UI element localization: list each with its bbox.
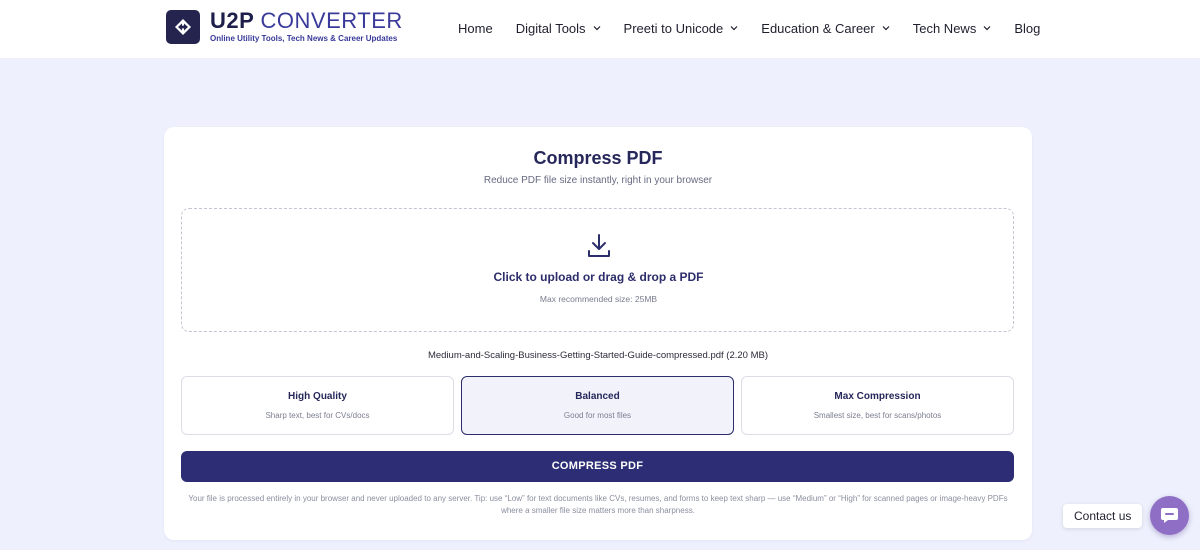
site-header: U2P CONVERTER Online Utility Tools, Tech… (0, 0, 1200, 58)
nav-item-label: Education & Career (761, 20, 875, 36)
option-balanced[interactable]: Balanced Good for most files (461, 376, 734, 435)
tool-subtitle: Reduce PDF file size instantly, right in… (483, 175, 713, 186)
brand-name-light: CONVERTER (260, 8, 403, 33)
main-nav: Home Digital Tools Preeti to Unicode Edu… (458, 19, 1063, 37)
nav-item-label: Blog (1014, 20, 1041, 36)
download-icon (588, 234, 610, 257)
dropzone-size-hint: Max recommended size: 25MB (539, 294, 658, 304)
option-description: Good for most files (563, 411, 632, 420)
option-max-compression[interactable]: Max Compression Smallest size, best for … (741, 376, 1014, 435)
logo-text: U2P CONVERTER Online Utility Tools, Tech… (210, 10, 403, 44)
option-label: Balanced (575, 391, 620, 402)
option-high-quality[interactable]: High Quality Sharp text, best for CVs/do… (181, 376, 454, 435)
option-description: Smallest size, best for scans/photos (813, 411, 942, 420)
nav-item-blog[interactable]: Blog (1014, 19, 1040, 37)
brand-tagline: Online Utility Tools, Tech News & Career… (210, 34, 398, 43)
site-logo[interactable]: U2P CONVERTER Online Utility Tools, Tech… (166, 10, 403, 44)
brand-name: U2P CONVERTER (210, 10, 403, 32)
nav-item-home[interactable]: Home (458, 19, 493, 37)
nav-item-label: Preeti to Unicode (623, 20, 724, 36)
compress-pdf-card: Compress PDF Reduce PDF file size instan… (164, 127, 1032, 540)
tool-title: Compress PDF (533, 148, 663, 168)
nav-item-education-career[interactable]: Education & Career (761, 19, 890, 37)
nav-item-preeti-to-unicode[interactable]: Preeti to Unicode (624, 19, 739, 37)
option-description: Sharp text, best for CVs/docs (265, 411, 370, 420)
nav-item-label: Tech News (912, 20, 977, 36)
option-label: Max Compression (834, 391, 921, 402)
selected-file-info: Medium-and-Scaling-Business-Getting-Star… (427, 350, 769, 361)
nav-item-tech-news[interactable]: Tech News (913, 19, 992, 37)
option-label: High Quality (288, 391, 347, 402)
nav-item-label: Digital Tools (515, 20, 586, 36)
compress-pdf-button[interactable]: COMPRESS PDF (181, 451, 1014, 482)
logo-arrows-icon (166, 10, 200, 44)
nav-item-digital-tools[interactable]: Digital Tools (516, 19, 601, 37)
chevron-down-icon (730, 26, 738, 31)
chat-bubble-icon (1161, 508, 1178, 523)
nav-item-label: Home (458, 20, 493, 36)
chevron-down-icon (983, 26, 991, 31)
contact-us-label[interactable]: Contact us (1063, 504, 1143, 528)
chevron-down-icon (882, 26, 890, 31)
brand-name-bold: U2P (210, 8, 254, 33)
dropzone-main-text: Click to upload or drag & drop a PDF (493, 270, 704, 284)
chevron-down-icon (593, 26, 600, 31)
privacy-tip-note: Your file is processed entirely in your … (188, 494, 1008, 515)
pdf-dropzone[interactable]: Click to upload or drag & drop a PDF Max… (181, 208, 1014, 332)
chat-button[interactable] (1150, 496, 1189, 535)
